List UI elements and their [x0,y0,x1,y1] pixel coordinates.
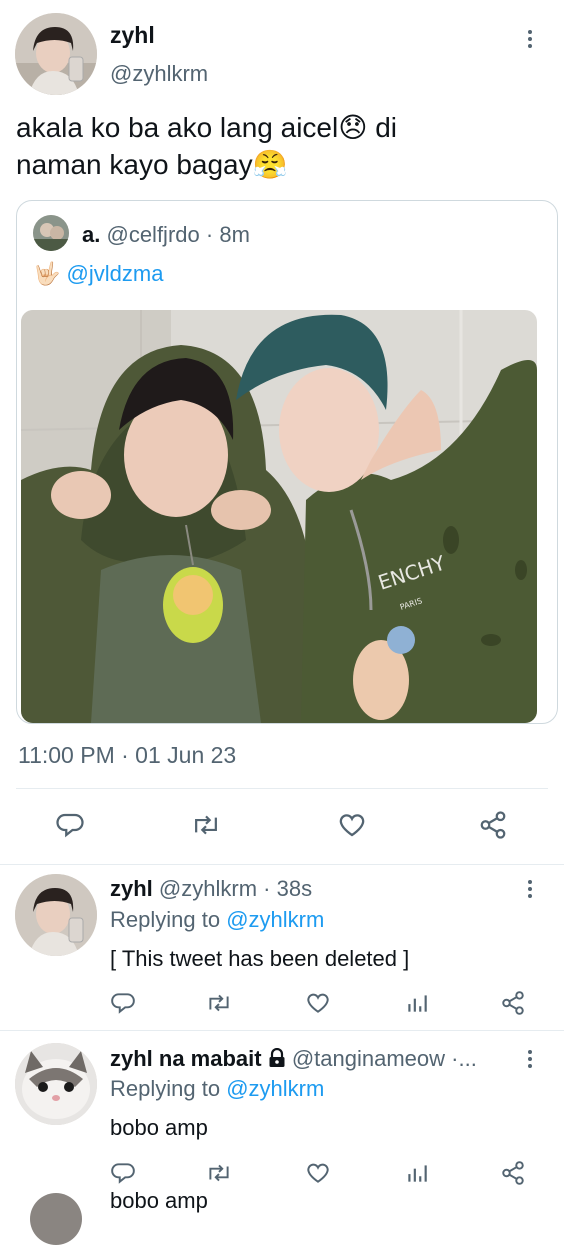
quoted-emoji: 🤟🏻 [33,261,61,286]
reply-separator: · [263,876,271,901]
quoted-photo[interactable]: ENCHY PARIS [21,310,537,723]
main-tweet-timestamp: 11:00 PM · 01 Jun 23 [18,742,237,768]
quoted-text: 🤟🏻 @jvldzma [33,261,163,287]
quoted-display-name[interactable]: a. [82,222,100,247]
reply-handle[interactable]: @zyhlkrm [159,876,257,901]
main-tweet-text-line2: naman kayo bagay😤 [16,149,288,180]
share-icon[interactable] [500,1160,526,1186]
next-reply-text: bobo amp [110,1188,208,1213]
quoted-separator: · [205,222,214,247]
quoted-header: a. @celfjrdo · 8m [82,222,250,248]
share-icon[interactable] [500,990,526,1016]
retweet-icon[interactable] [190,810,222,840]
divider [16,788,548,789]
reply-avatar[interactable] [15,1043,97,1125]
main-tweet-display-name[interactable]: zyhl [110,22,155,49]
retweet-icon[interactable] [205,1160,233,1186]
lock-icon [268,1047,286,1074]
more-icon[interactable] [520,24,540,54]
replying-to: Replying to @zyhlkrm [110,907,324,933]
more-icon[interactable] [520,874,540,904]
divider [0,864,564,865]
replying-handle[interactable]: @zyhlkrm [226,907,324,932]
replying-to: Replying to @zyhlkrm [110,1076,324,1102]
divider [0,1030,564,1031]
heart-icon[interactable] [305,990,331,1016]
reply-avatar[interactable] [15,874,97,956]
reply-icon[interactable] [55,810,85,840]
reply-header: zyhl na mabait @tanginameow ·... [110,1046,477,1074]
reply-icon[interactable] [110,990,136,1016]
reply-icon[interactable] [110,1160,136,1186]
analytics-icon[interactable] [404,990,430,1016]
replying-handle[interactable]: @zyhlkrm [226,1076,324,1101]
quoted-tweet-avatar[interactable] [33,215,69,251]
reply-display-name[interactable]: zyhl na mabait [110,1046,262,1071]
main-tweet-text-line1: akala ko ba ako lang aicel😞 di [16,112,397,143]
heart-icon[interactable] [305,1160,331,1186]
quoted-handle[interactable]: @celfjrdo [106,222,199,247]
next-reply-avatar[interactable] [30,1193,82,1245]
reply-header: zyhl @zyhlkrm · 38s [110,876,312,902]
replying-label: Replying to [110,907,221,932]
reply-handle[interactable]: @tanginameow ·... [292,1046,477,1071]
share-icon[interactable] [478,810,508,840]
main-tweet-avatar[interactable] [15,13,97,95]
quoted-mention[interactable]: @jvldzma [67,261,164,286]
quoted-time[interactable]: 8m [219,222,250,247]
analytics-icon[interactable] [404,1160,430,1186]
heart-icon[interactable] [337,810,367,840]
reply-text: bobo amp [110,1115,208,1140]
reply-display-name[interactable]: zyhl [110,876,153,901]
retweet-icon[interactable] [205,990,233,1016]
reply-time[interactable]: 38s [277,876,312,901]
reply-text: [ This tweet has been deleted ] [110,946,410,971]
more-icon[interactable] [520,1044,540,1074]
replying-label: Replying to [110,1076,221,1101]
main-tweet-handle[interactable]: @zyhlkrm [110,61,208,87]
